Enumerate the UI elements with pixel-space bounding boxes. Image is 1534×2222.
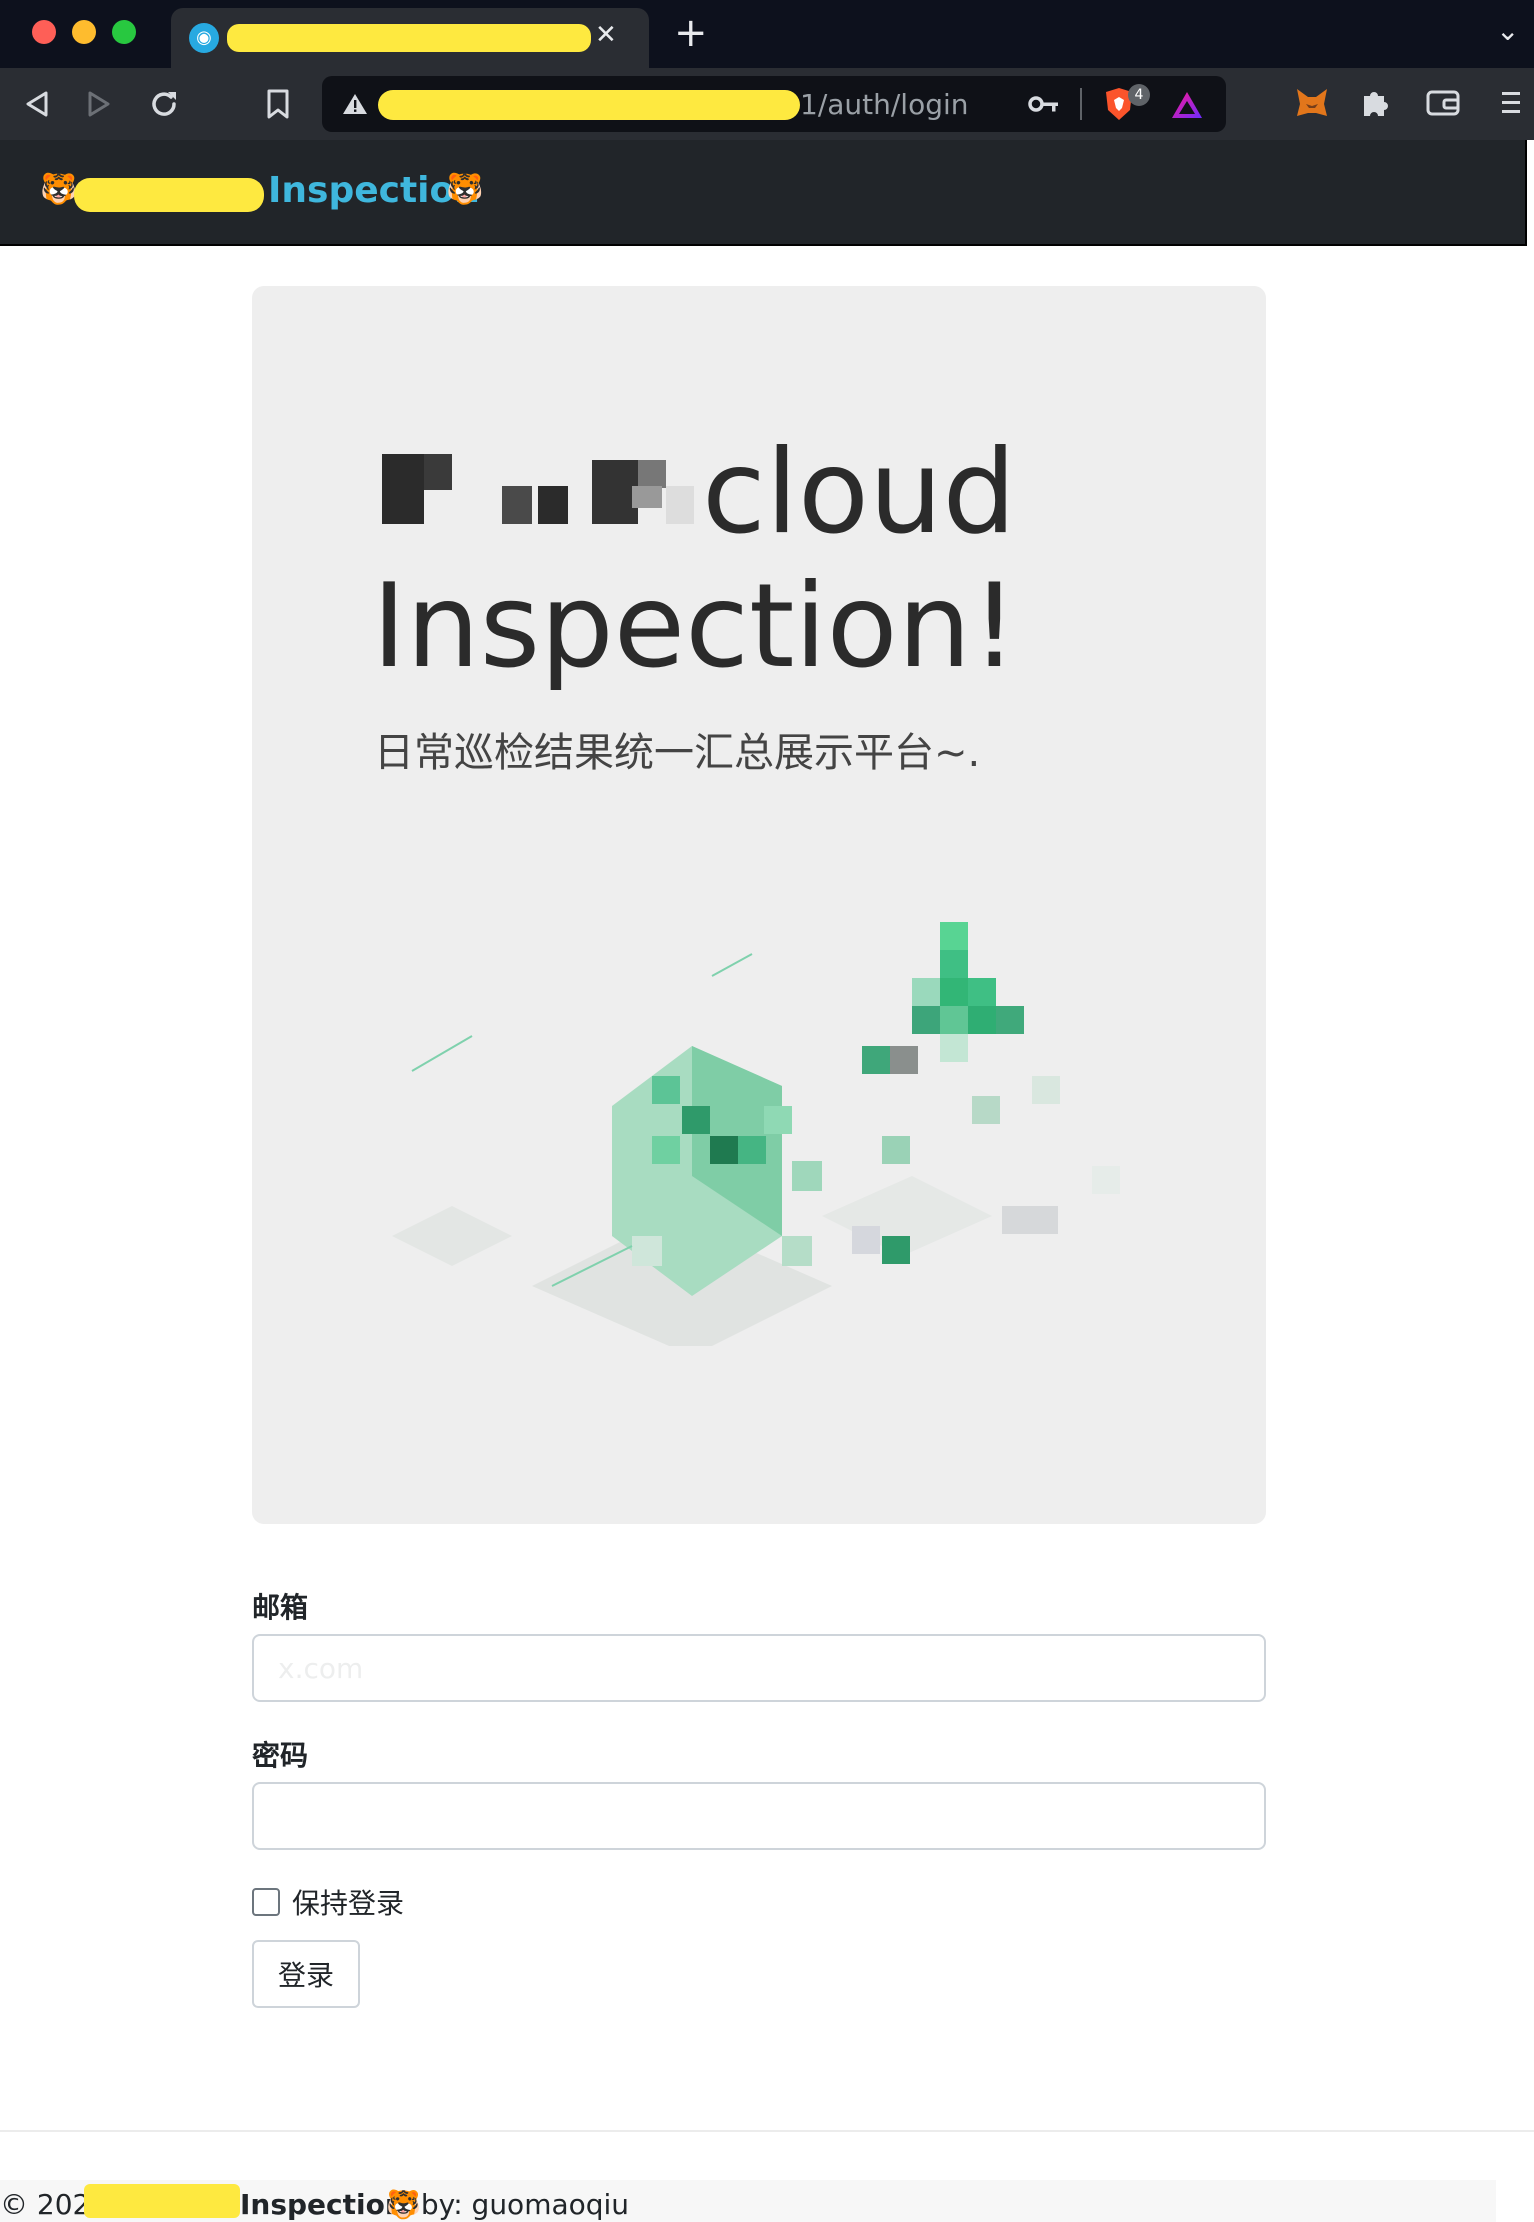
hero-title-line2: Inspection! (372, 559, 1018, 694)
email-redaction-blur (262, 1640, 440, 1696)
zoom-window-button[interactable] (112, 20, 136, 44)
redacted-title-pixelation (372, 440, 702, 540)
redacted-tab-title (227, 24, 591, 52)
redacted-footer-brand (84, 2184, 240, 2218)
browser-toolbar: 1/auth/login 4 (0, 68, 1534, 140)
warning-icon[interactable] (342, 92, 368, 116)
page-footer: © 2022 Inspection 🐯 by: guomaoqiu (0, 2180, 1496, 2222)
url-path-text: 1/auth/login (800, 88, 969, 121)
brave-rewards-icon[interactable] (1170, 90, 1204, 120)
tiger-emoji-icon: 🐯 (446, 172, 484, 207)
new-tab-button[interactable]: + (674, 10, 708, 56)
cloud-illustration-image (392, 922, 1120, 1346)
reload-icon[interactable] (148, 88, 180, 120)
app-navbar: 🐯 Inspection 🐯 (0, 140, 1527, 246)
metamask-icon[interactable] (1294, 86, 1330, 120)
extensions-icon[interactable] (1358, 86, 1392, 120)
shield-count-badge: 4 (1128, 84, 1150, 106)
remember-me-label[interactable]: 保持登录 (292, 1882, 404, 1922)
penguin-favicon-icon: ◉ (189, 23, 219, 53)
close-window-button[interactable] (32, 20, 56, 44)
footer-author: by: guomaoqiu (412, 2188, 630, 2221)
key-icon[interactable] (1028, 92, 1060, 116)
menu-icon[interactable] (1500, 88, 1522, 118)
password-field[interactable] (252, 1782, 1266, 1850)
footer-brand: Inspection (240, 2188, 405, 2221)
url-divider (1080, 88, 1082, 120)
password-label: 密码 (252, 1739, 309, 1772)
forward-icon[interactable] (86, 90, 112, 118)
back-icon[interactable] (24, 90, 50, 118)
login-button[interactable]: 登录 (252, 1940, 360, 2008)
tab-search-chevron-icon[interactable]: ⌄ (1496, 14, 1519, 47)
minimize-window-button[interactable] (72, 20, 96, 44)
tab-close-icon[interactable]: ✕ (595, 20, 617, 50)
remember-me-checkbox[interactable] (252, 1888, 280, 1916)
hero-title: cloud Inspection! (372, 426, 1232, 694)
footer-divider (0, 2130, 1534, 2132)
hero-card: cloud Inspection! 日常巡检结果统一汇总展示平台~. (252, 286, 1266, 1524)
hero-title-line1: cloud (702, 425, 1017, 560)
email-label: 邮箱 (252, 1591, 309, 1624)
redacted-url-host (378, 90, 800, 120)
browser-tab-bar: ◉ ✕ + ⌄ (0, 0, 1534, 68)
browser-tab-active[interactable]: ◉ ✕ (171, 8, 649, 68)
address-bar[interactable]: 1/auth/login 4 (322, 76, 1226, 132)
tiger-emoji-icon: 🐯 (40, 172, 78, 207)
hero-lead: 日常巡检结果统一汇总展示平台~. (374, 730, 981, 776)
redacted-brand-prefix (74, 178, 264, 212)
wallet-icon[interactable] (1426, 88, 1460, 118)
bookmark-icon[interactable] (266, 88, 290, 120)
